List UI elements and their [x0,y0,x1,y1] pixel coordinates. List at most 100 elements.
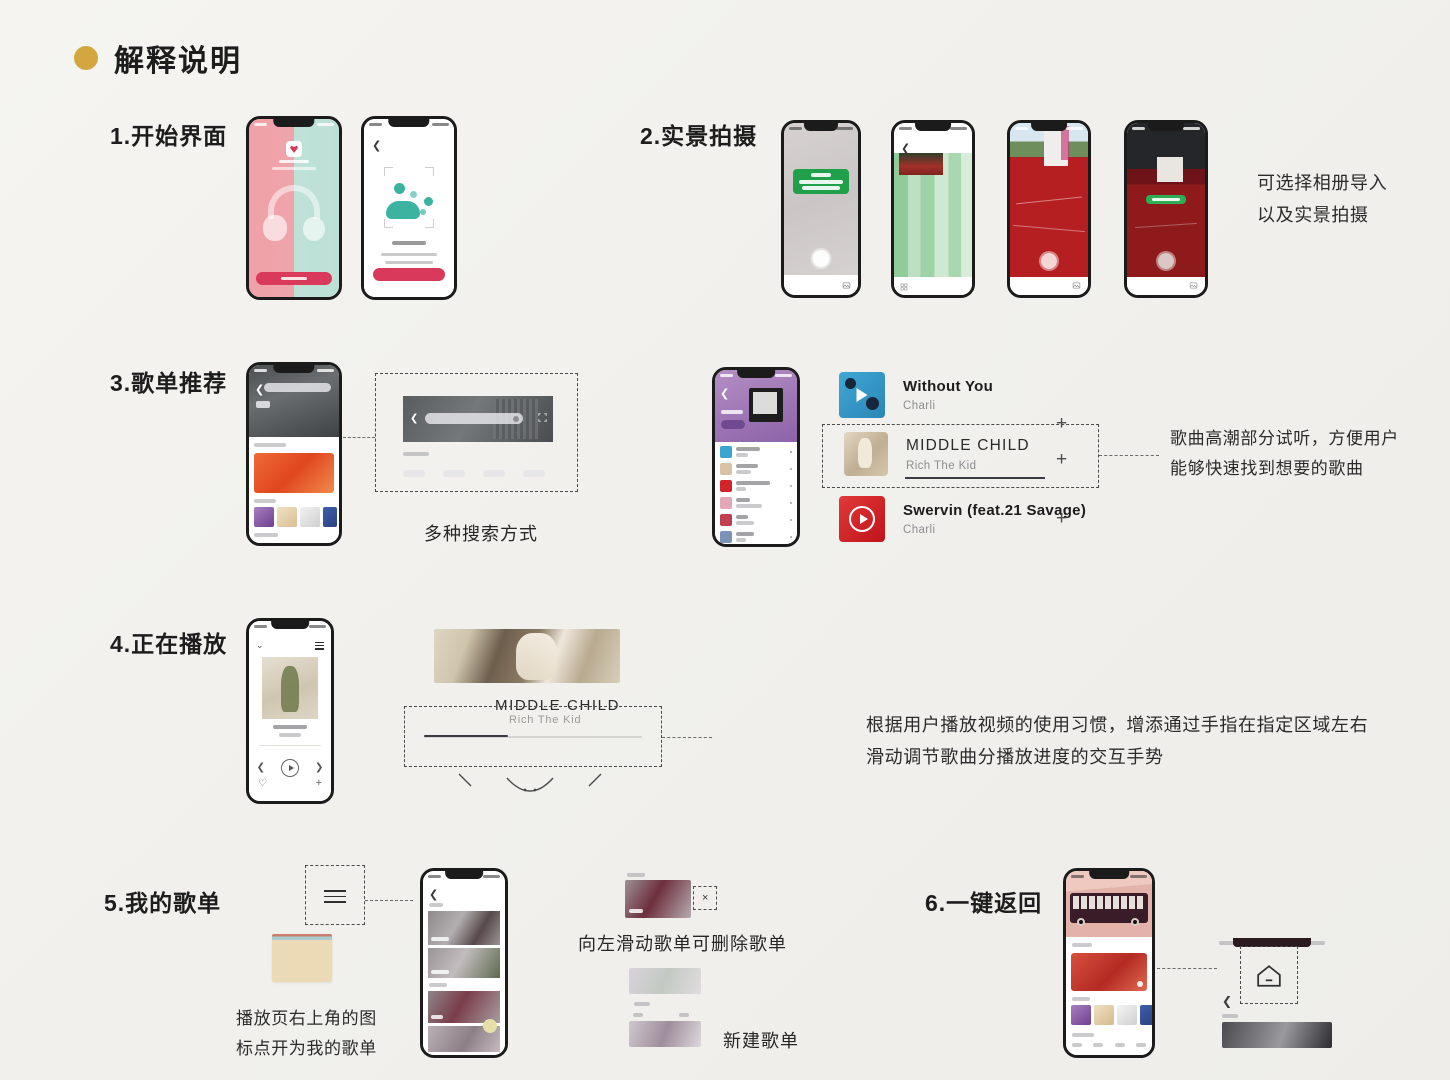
bus-windows [1073,896,1145,909]
new-playlist-card[interactable] [629,968,701,994]
my-playlist-menu-button[interactable] [315,642,324,650]
album-thumb[interactable] [1094,1005,1114,1025]
song-title-text [273,725,307,729]
delete-icon[interactable]: × [702,892,708,904]
add-icon[interactable] [790,451,792,453]
gallery-thumb-photo[interactable] [899,153,943,175]
featured-album-card[interactable] [254,453,334,493]
list-item[interactable] [720,497,792,509]
featured-card[interactable] [1071,953,1147,991]
scan-icon[interactable] [537,412,548,423]
list-item[interactable] [720,514,792,526]
phone-song-list: ❮ [712,367,800,547]
home-content-card[interactable] [1222,1022,1332,1048]
gallery-icon[interactable] [1072,281,1081,290]
play-dot-icon[interactable] [1137,981,1143,987]
song-row-swervin[interactable]: Swervin (feat.21 Savage) Charli [839,496,1086,542]
playlist-card[interactable] [428,948,500,978]
section-heading-1 [1072,943,1092,947]
album-thumb[interactable] [1117,1005,1137,1025]
add-song-button[interactable]: + [1056,450,1067,469]
album-thumb[interactable] [254,507,274,527]
tag-chip[interactable] [1135,1043,1146,1047]
home-icon[interactable] [1256,964,1282,988]
tag-chip[interactable] [1072,1043,1082,1047]
art-hand [515,633,557,680]
notch [271,621,309,629]
collapse-chevron-icon[interactable]: ⌄ [256,641,264,650]
playlist-card-swiped[interactable] [625,880,691,918]
back-chevron-icon[interactable]: ❮ [372,141,381,152]
now-playing-album-art-enlarged [434,629,620,683]
search-input[interactable] [425,413,523,424]
add-icon[interactable] [790,468,792,470]
shutter-button[interactable] [812,250,830,267]
next-button[interactable]: ❯ [315,763,323,773]
filter-chip[interactable] [403,470,425,477]
tag-chip[interactable] [1093,1043,1104,1047]
add-icon[interactable] [790,485,792,487]
scan-illustration [380,181,438,223]
notch [915,123,951,131]
filter-chip[interactable] [483,470,505,477]
scan-start-button[interactable] [373,268,445,281]
back-chevron-icon[interactable]: ❮ [429,890,438,901]
play-button[interactable] [281,759,299,777]
album-thumb[interactable] [300,507,320,527]
filter-chip[interactable] [443,470,465,477]
track-line-1 [1016,196,1082,205]
back-chevron-icon[interactable]: ❮ [1222,994,1232,1008]
favorite-icon[interactable]: ♡ [258,778,267,789]
filter-chip[interactable] [523,470,545,477]
gallery-screen: ❮ [894,123,972,295]
back-chevron-icon[interactable]: ❮ [410,414,418,424]
shutter-button[interactable] [1041,253,1057,269]
camera-dark-screen [1127,123,1205,295]
phone-recommend-home: ❮ [246,362,342,546]
hamburger-icon[interactable] [324,890,346,903]
callout-connector-gesture [662,737,712,738]
start-button[interactable] [256,272,332,285]
add-to-playlist-icon[interactable]: + [316,777,322,789]
previous-button[interactable]: ❮ [257,763,265,773]
add-song-button[interactable]: + [1056,509,1067,528]
note-song-preview: 歌曲高潮部分试听，方便用户 能够快速找到想要的歌曲 [1170,429,1399,478]
home-section-heading [1222,1014,1238,1018]
album-thumb-row [254,507,337,527]
add-icon[interactable] [790,502,792,504]
scan-desc-line-2 [385,261,433,264]
add-icon[interactable] [790,519,792,521]
playlist-card[interactable] [428,911,500,945]
back-chevron-icon[interactable]: ❮ [255,385,264,396]
headphone-earcup-left [263,215,287,241]
confirm-button[interactable] [679,1013,689,1017]
phone-camera-track-dark [1124,120,1208,298]
album-thumb[interactable] [1071,1005,1091,1025]
grid-icon[interactable] [900,283,908,291]
preview-progress-bar[interactable] [905,477,1045,479]
camera-track-screen [1010,123,1088,295]
album-thumb[interactable] [277,507,297,527]
status-icons [309,625,326,628]
play-all-button[interactable] [721,420,745,429]
gallery-icon[interactable] [842,281,851,290]
progress-bar[interactable] [259,745,321,746]
back-chevron-icon[interactable]: ❮ [720,389,729,400]
cancel-button[interactable] [633,1013,643,1017]
add-icon[interactable] [790,536,792,538]
gallery-icon[interactable] [1189,281,1198,290]
shutter-button[interactable] [1158,253,1174,269]
song-row-middle-child[interactable]: MIDDLE CHILD Rich The Kid [844,432,1030,476]
phone-camera-track-red [1007,120,1091,298]
search-input[interactable] [264,383,331,392]
tag-chip[interactable] [1114,1043,1125,1047]
mic-icon[interactable] [513,415,519,422]
search-photo-backdrop: ❮ [403,396,553,442]
list-item[interactable] [720,463,792,475]
album-thumb[interactable] [323,507,337,527]
list-item[interactable] [720,480,792,492]
list-item[interactable] [720,531,792,543]
album-thumb[interactable] [1140,1005,1152,1025]
list-item[interactable] [720,446,792,458]
song-row-without-you[interactable]: Without You Charli [839,372,993,418]
